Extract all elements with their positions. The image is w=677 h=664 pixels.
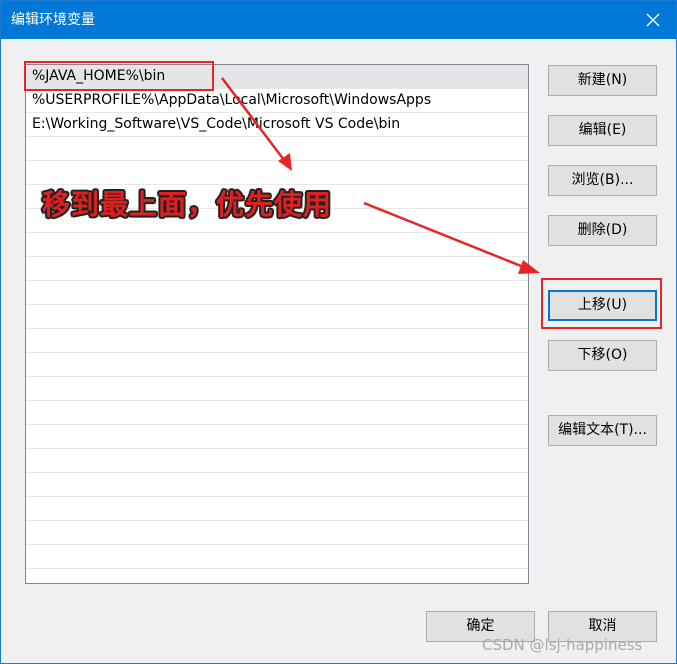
first-item-highlight-box bbox=[24, 61, 214, 91]
empty-list-row[interactable] bbox=[26, 521, 528, 545]
empty-list-row[interactable] bbox=[26, 257, 528, 281]
empty-list-row[interactable] bbox=[26, 449, 528, 473]
window-title: 编辑环境变量 bbox=[11, 12, 95, 28]
watermark-text: CSDN @lsj-happiness bbox=[482, 636, 643, 654]
empty-list-row[interactable] bbox=[26, 377, 528, 401]
edit-button[interactable]: 编辑(E) bbox=[548, 115, 657, 146]
close-icon bbox=[646, 13, 660, 27]
empty-list-row[interactable] bbox=[26, 497, 528, 521]
move-down-button[interactable]: 下移(O) bbox=[548, 340, 657, 371]
empty-list-row[interactable] bbox=[26, 233, 528, 257]
empty-list-row[interactable] bbox=[26, 353, 528, 377]
edit-env-variable-dialog: 编辑环境变量 %JAVA_HOME%\bin %USERPROFILE%\App… bbox=[0, 0, 677, 664]
empty-list-row[interactable] bbox=[26, 137, 528, 161]
empty-list-row[interactable] bbox=[26, 281, 528, 305]
edit-text-button[interactable]: 编辑文本(T)... bbox=[548, 415, 657, 446]
path-list[interactable]: %JAVA_HOME%\bin %USERPROFILE%\AppData\Lo… bbox=[25, 64, 529, 584]
new-button[interactable]: 新建(N) bbox=[548, 65, 657, 96]
path-list-item[interactable]: %USERPROFILE%\AppData\Local\Microsoft\Wi… bbox=[26, 89, 528, 113]
empty-list-row[interactable] bbox=[26, 545, 528, 569]
close-button[interactable] bbox=[630, 1, 676, 39]
annotation-text: 移到最上面，优先使用 bbox=[42, 188, 333, 221]
empty-list-row[interactable] bbox=[26, 161, 528, 185]
title-bar[interactable]: 编辑环境变量 bbox=[1, 1, 676, 39]
empty-list-row[interactable] bbox=[26, 305, 528, 329]
empty-list-row[interactable] bbox=[26, 329, 528, 353]
browse-button[interactable]: 浏览(B)... bbox=[548, 165, 657, 196]
empty-list-row[interactable] bbox=[26, 473, 528, 497]
empty-list-row[interactable] bbox=[26, 425, 528, 449]
delete-button[interactable]: 删除(D) bbox=[548, 215, 657, 246]
path-list-item[interactable]: E:\Working_Software\VS_Code\Microsoft VS… bbox=[26, 113, 528, 137]
move-up-highlight-box bbox=[541, 278, 662, 329]
empty-list-row[interactable] bbox=[26, 401, 528, 425]
